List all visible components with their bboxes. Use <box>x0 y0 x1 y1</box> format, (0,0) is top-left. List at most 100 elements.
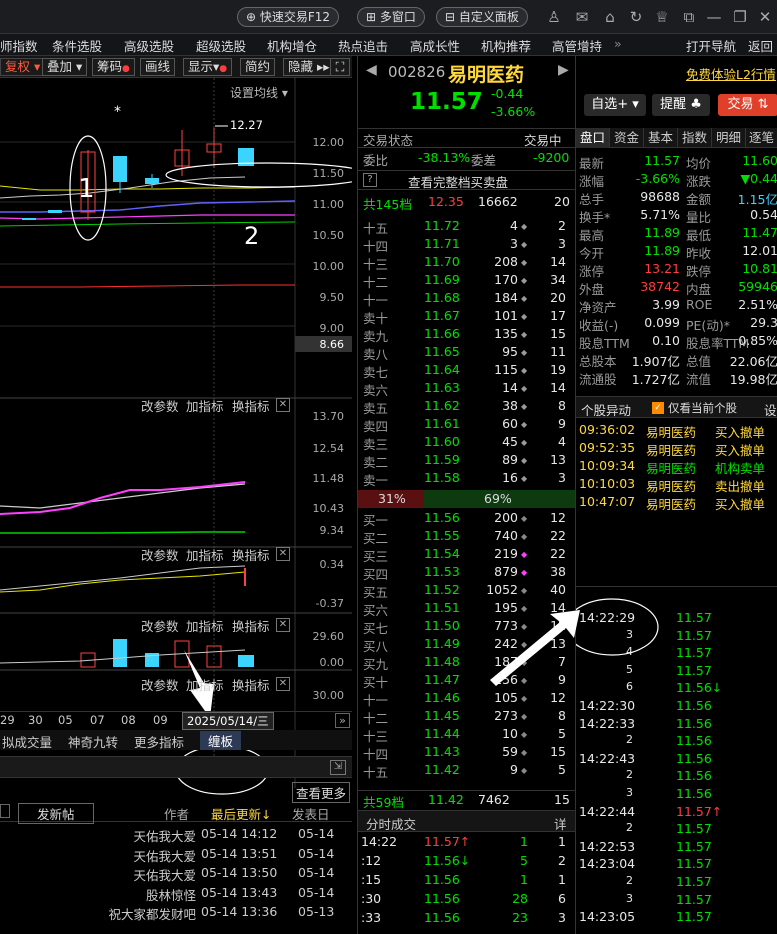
close-icon[interactable]: ✕ <box>276 398 290 412</box>
close-icon[interactable]: ✕ <box>276 618 290 632</box>
tab-funds[interactable]: 资金 <box>610 128 644 148</box>
prev-stock-icon[interactable]: ◀ <box>366 62 377 78</box>
tab-index[interactable]: 指数 <box>678 128 712 148</box>
ind-add-1[interactable]: 加指标 <box>186 396 224 415</box>
ask-level-count: 9 <box>558 416 566 431</box>
post-row[interactable]: 股林惊怪 05-14 13:43 05-14 <box>0 885 352 904</box>
tab-volume[interactable]: 拟成交量 <box>2 732 52 751</box>
post-row[interactable]: 天佑我大爱 05-14 13:50 05-14 <box>0 865 352 884</box>
skin-icon[interactable]: ♕ <box>653 8 671 26</box>
help-icon[interactable]: ? <box>363 173 377 187</box>
bid-level-price: 11.42 <box>424 762 460 777</box>
tab-more-indicators[interactable]: 更多指标 <box>134 732 184 751</box>
tab-pankou[interactable]: 盘口 <box>576 128 610 148</box>
anomaly-setting[interactable]: 设 <box>764 400 777 419</box>
menu-item[interactable]: 高成长性 <box>410 36 460 55</box>
trade-button[interactable]: 交易 ⇅ <box>718 94 777 116</box>
multi-window-button[interactable]: ⊞ 多窗口 <box>357 7 425 27</box>
restore-icon[interactable]: ❐ <box>731 8 749 26</box>
ind-switch-1[interactable]: 换指标 <box>232 396 270 415</box>
ind-add-2[interactable]: 加指标 <box>186 545 224 564</box>
ind-add-3[interactable]: 加指标 <box>186 616 224 635</box>
mail-icon[interactable]: ✉ <box>573 8 591 26</box>
collapse-icon[interactable]: ⇲ <box>330 760 346 775</box>
bid-level-volume: 1052 <box>486 582 518 597</box>
menu-item[interactable]: 热点追击 <box>338 36 388 55</box>
menu-item[interactable]: 机构增仓 <box>267 36 317 55</box>
ind-params-4[interactable]: 改参数 <box>141 675 179 694</box>
next-stock-icon[interactable]: ▶ <box>558 62 569 78</box>
anomaly-type: 买入撤单 <box>715 425 766 440</box>
ask-level-count: 14 <box>550 254 566 269</box>
ma-setting[interactable]: 设置均线 ▾ <box>230 84 288 101</box>
hide-button[interactable]: 隐藏 ▸▸ <box>283 58 335 76</box>
anomaly-row[interactable]: 09:36:02 易明医药 买入撤单 <box>576 422 777 440</box>
full-book-link[interactable]: ? 查看完整档买卖盘 <box>358 170 575 190</box>
l2-trial-link[interactable]: 免费体验L2行情 <box>686 64 776 83</box>
back-button[interactable]: 返回 <box>748 36 773 55</box>
post-row[interactable]: 天佑我大爱 05-14 14:12 05-14 <box>0 826 352 845</box>
user-icon[interactable]: ♙ <box>545 8 563 26</box>
custom-panel-button[interactable]: ⊟ 自定义面板 <box>436 7 528 27</box>
quick-trade-button[interactable]: ⊕ 快速交易F12 <box>237 7 340 27</box>
view-more-button[interactable]: 查看更多 <box>292 782 351 803</box>
quote-value: 13.21 <box>644 261 680 276</box>
col-last-update[interactable]: 最后更新↓ <box>211 804 271 823</box>
ind-params-2[interactable]: 改参数 <box>141 545 179 564</box>
checkbox-checked-icon[interactable]: ✓ <box>652 402 664 414</box>
menu-item[interactable]: 高级选股 <box>124 36 174 55</box>
fenshi-count: 6 <box>558 891 566 906</box>
anomaly-row[interactable]: 10:47:07 易明医药 买入撤单 <box>576 494 777 512</box>
col-publish[interactable]: 发表日 <box>292 804 330 823</box>
home-icon[interactable]: ⌂ <box>601 8 619 26</box>
fullscreen-icon[interactable]: ⛶ <box>330 58 350 76</box>
function-menu: 师指数 条件选股 高级选股 超级选股 机构增仓 热点追击 高成长性 机构推荐 高… <box>0 34 777 56</box>
tab-nine[interactable]: 神奇九转 <box>68 732 118 751</box>
anomaly-row[interactable]: 09:52:35 易明医药 买入撤单 <box>576 440 777 458</box>
anomaly-row[interactable]: 10:10:03 易明医药 卖出撤单 <box>576 476 777 494</box>
scroll-right-icon[interactable]: » <box>335 713 350 728</box>
overlay-dropdown[interactable]: 叠加 ▾ <box>42 58 88 76</box>
post-row[interactable]: 天佑我大爱 05-14 13:51 05-14 <box>0 846 352 865</box>
post-row[interactable]: 祝大家都发财吧 05-14 13:36 05-13 <box>0 904 352 923</box>
ind-add-4[interactable]: 加指标 <box>186 675 224 694</box>
new-post-button[interactable]: 发新帖 <box>18 803 94 824</box>
ask-level-count: 2 <box>558 218 566 233</box>
display-dropdown[interactable]: 显示▾● <box>183 58 233 76</box>
menu-item[interactable]: 高管增持 <box>552 36 602 55</box>
close-icon[interactable]: ✕ <box>276 677 290 691</box>
remind-button[interactable]: 提醒 ♣ <box>652 94 710 116</box>
close-icon[interactable]: ✕ <box>756 8 774 26</box>
tick-price: 11.57↑ <box>676 803 723 819</box>
float-window-icon[interactable]: ⧉ <box>680 8 698 26</box>
ind-switch-2[interactable]: 换指标 <box>232 545 270 564</box>
close-icon[interactable]: ✕ <box>276 547 290 561</box>
checkbox[interactable] <box>0 804 10 818</box>
open-nav[interactable]: 打开导航 <box>686 36 736 55</box>
minimize-icon[interactable]: — <box>705 8 723 26</box>
menu-item[interactable]: 超级选股 <box>196 36 246 55</box>
ask-level-label: 十二 <box>363 275 389 290</box>
adjust-dropdown[interactable]: 复权 ▾ <box>0 58 46 76</box>
tab-tick[interactable]: 逐笔 <box>746 128 777 148</box>
menu-item[interactable]: 机构推荐 <box>481 36 531 55</box>
ind-switch-3[interactable]: 换指标 <box>232 616 270 635</box>
quote-label: 流值 <box>686 372 712 387</box>
chips-button[interactable]: 筹码● <box>92 58 135 76</box>
anomaly-row[interactable]: 10:09:34 易明医药 机构卖单 <box>576 458 777 476</box>
tab-basic[interactable]: 基本 <box>644 128 678 148</box>
tab-board[interactable]: 缠板 <box>200 731 242 750</box>
ind-params-1[interactable]: 改参数 <box>141 396 179 415</box>
ind-params-3[interactable]: 改参数 <box>141 616 179 635</box>
menu-item[interactable]: 师指数 <box>0 36 38 55</box>
refresh-icon[interactable]: ↻ <box>627 8 645 26</box>
tab-detail[interactable]: 明细 <box>712 128 746 148</box>
simple-button[interactable]: 简约 <box>240 58 276 76</box>
add-watchlist-button[interactable]: 自选+ ▾ <box>584 94 646 116</box>
ask-level-row: 卖七 11.64 115 ◆ 19 <box>358 362 575 380</box>
ind-switch-4[interactable]: 换指标 <box>232 675 270 694</box>
draw-button[interactable]: 画线 <box>140 58 176 76</box>
menu-item[interactable]: 条件选股 <box>52 36 102 55</box>
menu-more[interactable]: » <box>614 36 622 51</box>
fenshi-detail-button[interactable]: 详 <box>554 814 567 833</box>
